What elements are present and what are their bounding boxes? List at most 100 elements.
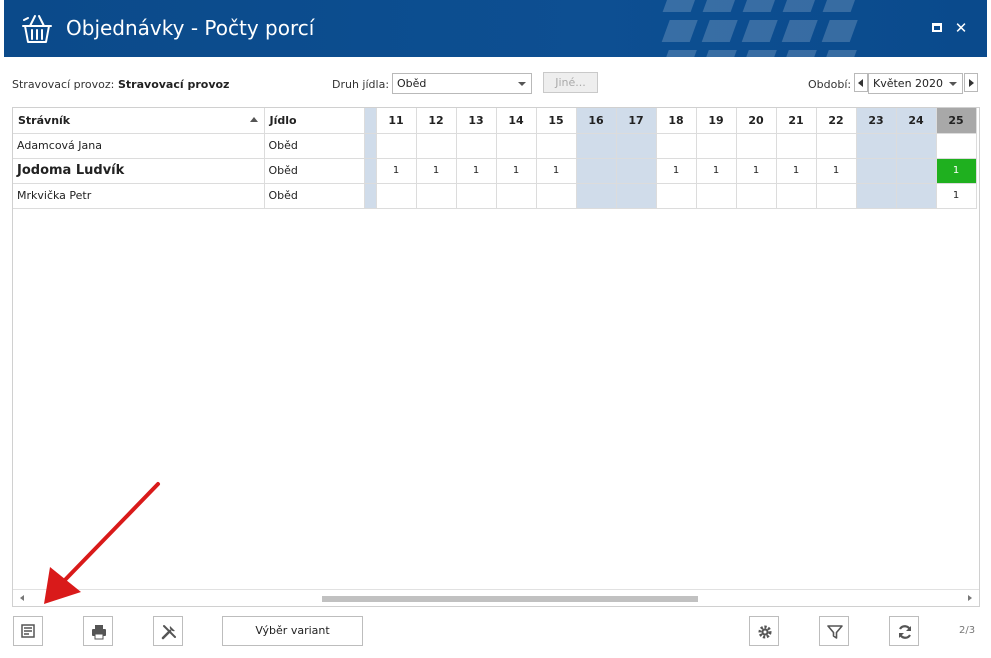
portion-cell[interactable]: 1 — [936, 158, 977, 184]
jidlo-cell[interactable]: Oběd — [264, 183, 365, 209]
close-button[interactable]: ✕ — [953, 20, 969, 36]
day-header[interactable]: 25 — [936, 108, 977, 134]
stravnik-cell[interactable]: Adamcová Jana — [13, 133, 265, 159]
stravnik-cell[interactable]: Mrkvička Petr — [13, 183, 265, 209]
notes-button[interactable] — [13, 616, 43, 646]
horizontal-scrollbar[interactable] — [13, 589, 979, 606]
scrollbar-thumb[interactable] — [322, 596, 698, 602]
portion-cell[interactable] — [816, 133, 857, 159]
portion-cell[interactable] — [416, 183, 457, 209]
portion-cell[interactable]: 1 — [936, 183, 977, 209]
portion-cell[interactable]: 1 — [496, 158, 537, 184]
day-header[interactable]: 17 — [616, 108, 657, 134]
day-header[interactable]: 14 — [496, 108, 537, 134]
portion-cell[interactable] — [456, 183, 497, 209]
filter-button[interactable] — [819, 616, 849, 646]
portion-cell[interactable]: 1 — [536, 158, 577, 184]
portion-cell[interactable]: 1 — [376, 158, 417, 184]
col-header-stravnik[interactable]: Strávník — [13, 108, 265, 134]
day-header[interactable]: 23 — [856, 108, 897, 134]
portion-cell[interactable] — [936, 133, 977, 159]
portion-cell[interactable] — [576, 158, 617, 184]
portion-cell[interactable] — [736, 133, 777, 159]
jidlo-cell[interactable]: Oběd — [264, 158, 365, 184]
day-header[interactable]: 22 — [816, 108, 857, 134]
next-period-button[interactable] — [964, 73, 978, 92]
portion-cell[interactable] — [896, 158, 937, 184]
portion-cell[interactable] — [576, 183, 617, 209]
portion-cell[interactable] — [896, 133, 937, 159]
portion-cell[interactable] — [416, 133, 457, 159]
day-header[interactable]: 21 — [776, 108, 817, 134]
day-header[interactable]: 20 — [736, 108, 777, 134]
portion-cell[interactable] — [856, 183, 897, 209]
portion-cell[interactable] — [376, 183, 417, 209]
portion-cell[interactable] — [696, 133, 737, 159]
table-row[interactable]: Mrkvička Petr Oběd 1 — [13, 183, 977, 209]
portion-cell[interactable] — [536, 133, 577, 159]
header-row: Strávník Jídlo 11 12 13 14 15 16 17 18 19 20 21 22 2… — [13, 108, 977, 134]
portion-cell[interactable] — [656, 183, 697, 209]
print-button[interactable] — [83, 616, 113, 646]
variant-select-button[interactable]: Výběr variant — [222, 616, 363, 646]
maximize-icon — [932, 23, 942, 32]
portion-cell[interactable]: 1 — [656, 158, 697, 184]
chevron-down-icon — [949, 82, 957, 86]
table-row[interactable]: Jodoma Ludvík Oběd 1 1 1 1 1 1 1 1 1 1 1 — [13, 158, 977, 184]
portion-cell[interactable] — [576, 133, 617, 159]
day-header[interactable]: 15 — [536, 108, 577, 134]
portion-cell[interactable] — [816, 183, 857, 209]
portion-cell[interactable] — [656, 133, 697, 159]
maximize-button[interactable] — [929, 20, 945, 36]
col-spacer — [364, 108, 377, 134]
portion-cell[interactable] — [616, 133, 657, 159]
portion-cell[interactable] — [496, 183, 537, 209]
day-header[interactable]: 12 — [416, 108, 457, 134]
portion-cell[interactable]: 1 — [456, 158, 497, 184]
portion-cell[interactable]: 1 — [776, 158, 817, 184]
portion-cell[interactable] — [696, 183, 737, 209]
jine-button[interactable]: Jiné... — [543, 72, 598, 93]
portion-cell[interactable]: 1 — [696, 158, 737, 184]
druh-select[interactable]: Oběd — [392, 73, 532, 94]
day-header[interactable]: 18 — [656, 108, 697, 134]
portion-cell[interactable]: 1 — [416, 158, 457, 184]
portion-cell[interactable] — [856, 158, 897, 184]
refresh-icon — [898, 625, 912, 639]
title-bar: Objednávky - Počty porcí ✕ — [4, 0, 987, 57]
day-header[interactable]: 13 — [456, 108, 497, 134]
portion-cell[interactable] — [456, 133, 497, 159]
prev-period-button[interactable] — [854, 73, 868, 92]
portion-cell[interactable] — [616, 183, 657, 209]
portion-cell[interactable]: 1 — [736, 158, 777, 184]
orders-grid: Strávník Jídlo 11 12 13 14 15 16 17 18 19 20 21 22 2… — [12, 107, 980, 607]
day-header[interactable]: 16 — [576, 108, 617, 134]
settings-button[interactable] — [749, 616, 779, 646]
col-header-jidlo[interactable]: Jídlo — [264, 108, 365, 134]
portion-cell[interactable] — [736, 183, 777, 209]
portion-cell[interactable] — [856, 133, 897, 159]
obdobi-select[interactable]: Květen 2020 — [868, 73, 963, 94]
portion-cell[interactable]: 1 — [816, 158, 857, 184]
portion-cell[interactable] — [536, 183, 577, 209]
stravnik-cell[interactable]: Jodoma Ludvík — [13, 158, 265, 184]
scroll-left-icon[interactable] — [20, 595, 24, 601]
refresh-button[interactable] — [889, 616, 919, 646]
arrow-right-icon — [969, 79, 974, 87]
day-header[interactable]: 11 — [376, 108, 417, 134]
tools-button[interactable] — [153, 616, 183, 646]
portion-cell[interactable] — [496, 133, 537, 159]
row-spacer — [364, 133, 377, 159]
portion-cell[interactable] — [776, 183, 817, 209]
portion-cell[interactable] — [616, 158, 657, 184]
row-spacer — [364, 158, 377, 184]
table-row[interactable]: Adamcová Jana Oběd — [13, 133, 977, 159]
day-header[interactable]: 19 — [696, 108, 737, 134]
portion-cell[interactable] — [896, 183, 937, 209]
portion-cell[interactable] — [776, 133, 817, 159]
portion-cell[interactable] — [376, 133, 417, 159]
jidlo-cell[interactable]: Oběd — [264, 133, 365, 159]
day-header[interactable]: 24 — [896, 108, 937, 134]
scroll-right-icon[interactable] — [968, 595, 972, 601]
obdobi-label: Období: — [808, 78, 852, 91]
